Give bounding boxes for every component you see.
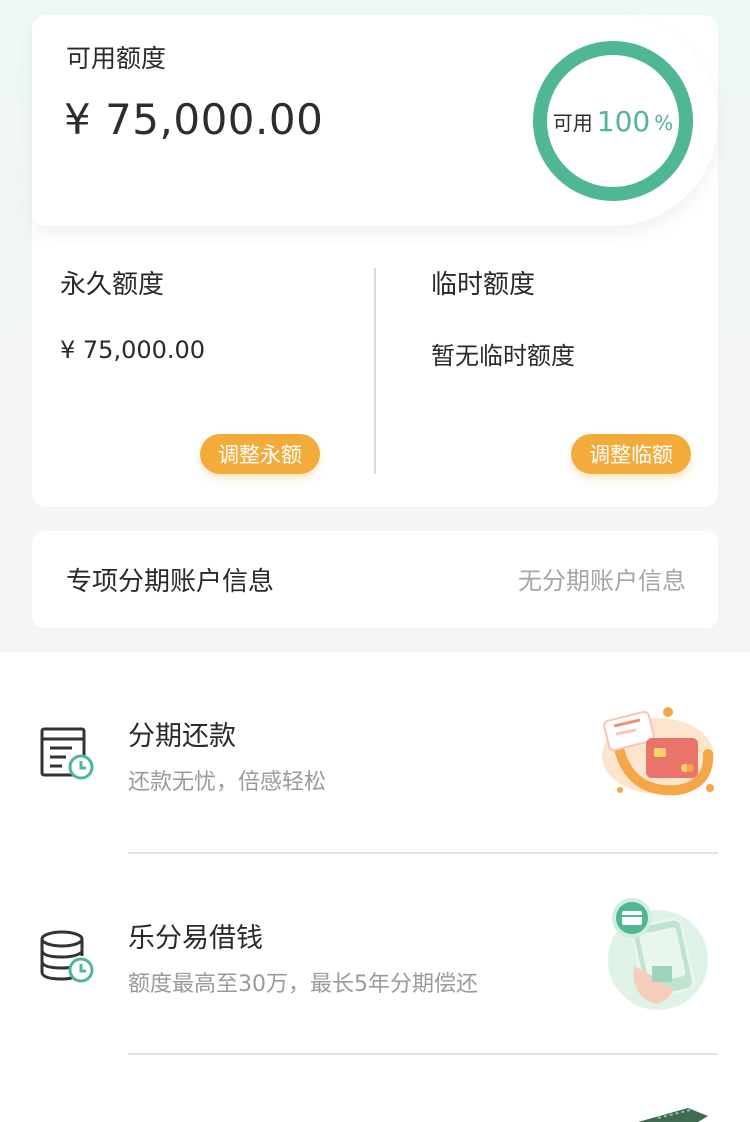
available-limit-label: 可用额度 [66,44,167,73]
installment-account-title: 专项分期账户信息 [66,567,275,597]
installment-account-value: 无分期账户信息 [518,567,686,595]
availability-ring-text: 可用 100 % [532,40,694,202]
credit-card-illustration [602,707,714,796]
service-title: 分期还款 [128,721,236,752]
service-desc: 还款无忧，倍感轻松 [128,770,327,795]
permanent-limit-value: ¥ 75,000.00 [60,336,206,364]
coins-clock-icon [40,930,94,983]
temporary-limit-title: 临时额度 [431,270,536,300]
adjust-permanent-limit-button[interactable]: 调整永额 [200,434,320,474]
service-list: 分期还款 还款无忧，倍感轻松 乐分易借钱 额度最高至30万，最长5年分期偿还 [0,652,750,1122]
service-desc: 额度最高至30万，最长5年分期偿还 [128,972,478,997]
partial-illustration [638,1108,708,1122]
available-limit-amount: ¥ 75,000.00 [64,95,324,144]
installment-account-row[interactable]: 专项分期账户信息 无分期账户信息 [32,531,718,628]
ring-label: 可用 [552,110,593,135]
available-limit-panel[interactable]: 可用额度 ¥ 75,000.00 可用 100 % [32,15,718,226]
service-title: 乐分易借钱 [128,923,263,954]
limit-divider [374,268,376,474]
ring-percent-sign: % [654,111,674,135]
temporary-limit-value: 暂无临时额度 [431,342,575,370]
permanent-limit-title: 永久额度 [60,270,165,300]
phone-hand-illustration [608,898,708,1010]
adjust-temporary-limit-button[interactable]: 调整临额 [571,434,691,474]
service-separator [128,1053,718,1055]
bill-clock-icon [40,727,94,780]
ring-percent: 100 [596,104,651,138]
service-separator [128,852,718,854]
